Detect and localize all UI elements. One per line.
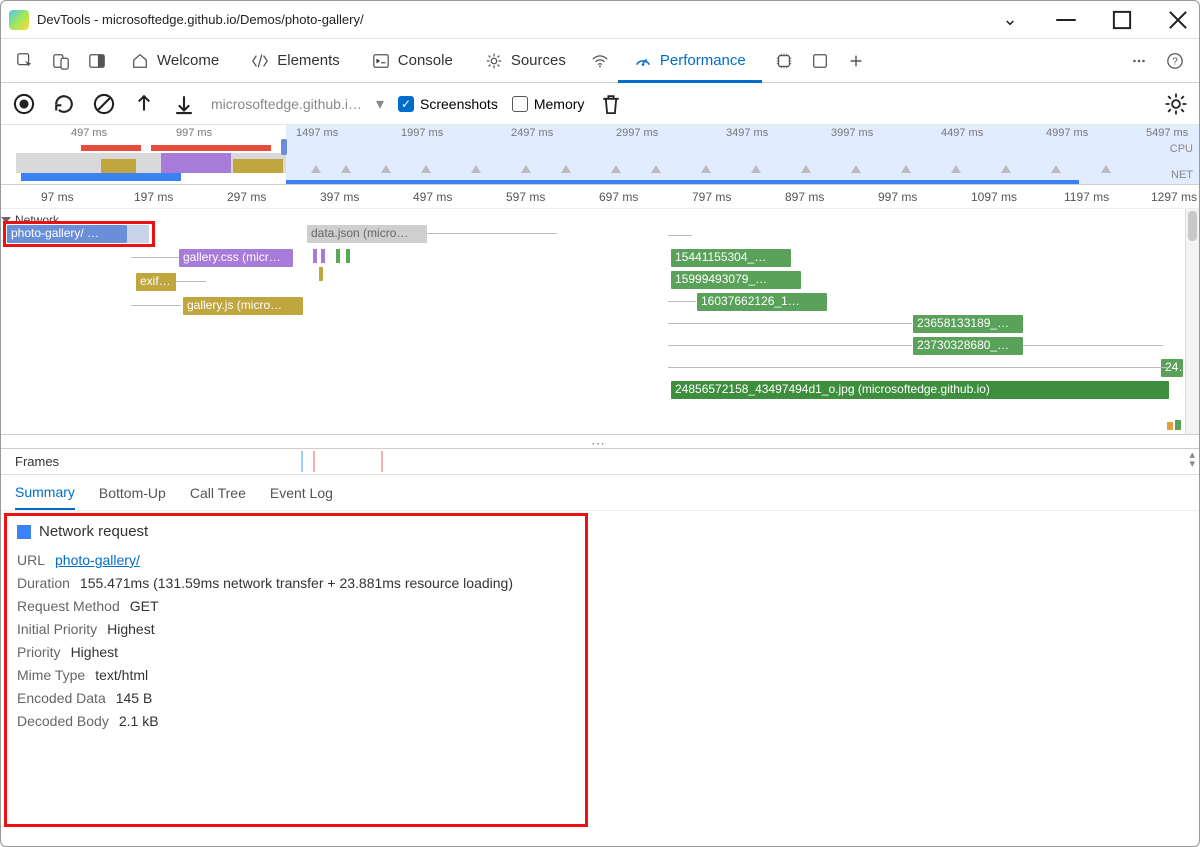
- help-icon[interactable]: ?: [1157, 39, 1193, 82]
- network-bar-image[interactable]: 16037662126_1…: [697, 293, 827, 311]
- flame-scrollbar[interactable]: [1185, 209, 1199, 434]
- clear-button[interactable]: [91, 91, 117, 117]
- net-label: NET: [1171, 169, 1193, 181]
- frames-label: Frames: [15, 454, 59, 469]
- network-bar-image[interactable]: 24…: [1161, 359, 1183, 377]
- settings-gear-icon[interactable]: [1163, 91, 1189, 117]
- summary-request-method: GET: [130, 598, 159, 614]
- window-title: DevTools - microsoftedge.github.io/Demos…: [37, 12, 364, 27]
- summary-url-link[interactable]: photo-gallery/: [55, 552, 140, 568]
- recording-url: microsoftedge.github.i…: [211, 96, 362, 112]
- minimize-button[interactable]: [1053, 7, 1079, 33]
- chevron-down-icon[interactable]: ⌄: [997, 7, 1023, 33]
- tab-elements-label: Elements: [277, 52, 340, 69]
- network-bar-image[interactable]: 15441155304_…: [671, 249, 791, 267]
- summary-decoded-body: 2.1 kB: [119, 713, 159, 729]
- reload-record-button[interactable]: [51, 91, 77, 117]
- network-bar-json[interactable]: data.json (micro…: [307, 225, 427, 243]
- delete-profile-button[interactable]: [598, 91, 624, 117]
- collapsed-sections-indicator[interactable]: ⋯: [1, 435, 1199, 449]
- overview-minimap[interactable]: 497 ms 997 ms 1497 ms 1997 ms 2497 ms 29…: [1, 125, 1199, 185]
- network-bar-css[interactable]: gallery.css (micr…: [179, 249, 293, 267]
- add-tab-icon[interactable]: [838, 39, 874, 82]
- upload-profile-button[interactable]: [131, 91, 157, 117]
- tab-sources[interactable]: Sources: [469, 39, 582, 82]
- performance-toolbar: microsoftedge.github.i… ▾ ✓Screenshots M…: [1, 83, 1199, 125]
- tab-elements[interactable]: Elements: [235, 39, 356, 82]
- memory-tool-icon[interactable]: [766, 39, 802, 82]
- tab-console-label: Console: [398, 52, 453, 69]
- dock-side-icon[interactable]: [79, 39, 115, 82]
- device-toolbar-icon[interactable]: [43, 39, 79, 82]
- svg-text:?: ?: [1172, 56, 1178, 67]
- summary-heading: Network request: [17, 523, 1183, 540]
- network-conditions-icon[interactable]: [582, 39, 618, 82]
- cpu-label: CPU: [1170, 143, 1193, 155]
- memory-checkbox[interactable]: Memory: [512, 96, 585, 112]
- download-profile-button[interactable]: [171, 91, 197, 117]
- title-bar: DevTools - microsoftedge.github.io/Demos…: [1, 1, 1199, 39]
- network-bar-image-long[interactable]: 24856572158_43497494d1_o.jpg (microsofte…: [671, 381, 1169, 399]
- close-button[interactable]: [1165, 7, 1191, 33]
- timeline-ruler[interactable]: 97 ms 197 ms 297 ms 397 ms 497 ms 597 ms…: [1, 185, 1199, 209]
- application-tool-icon[interactable]: [802, 39, 838, 82]
- tool-tabstrip: Welcome Elements Console Sources Perform…: [1, 39, 1199, 83]
- tab-event-log[interactable]: Event Log: [270, 477, 333, 509]
- details-tabstrip: Summary Bottom-Up Call Tree Event Log: [1, 475, 1199, 511]
- tab-performance-label: Performance: [660, 52, 746, 69]
- edge-devtools-icon: [9, 10, 29, 30]
- summary-initial-priority: Highest: [107, 621, 154, 637]
- flame-chart-network[interactable]: Network photo-gallery/ … data.json (micr…: [1, 209, 1199, 435]
- tab-summary[interactable]: Summary: [15, 476, 75, 510]
- network-bar-image[interactable]: 23730328680_…: [913, 337, 1023, 355]
- network-bar-exif[interactable]: exif…: [136, 273, 176, 291]
- network-bar-image[interactable]: 23658133189_…: [913, 315, 1023, 333]
- tab-console[interactable]: Console: [356, 39, 469, 82]
- color-swatch: [17, 525, 31, 539]
- tab-performance[interactable]: Performance: [618, 39, 762, 82]
- record-button[interactable]: [11, 91, 37, 117]
- tab-welcome-label: Welcome: [157, 52, 219, 69]
- summary-panel: Network request URLphoto-gallery/ Durati…: [1, 511, 1199, 846]
- summary-encoded-data: 145 B: [116, 690, 153, 706]
- tab-sources-label: Sources: [511, 52, 566, 69]
- frames-scroll-buttons[interactable]: ▴▾: [1189, 451, 1195, 469]
- inspect-element-icon[interactable]: [7, 39, 43, 82]
- network-bar-image[interactable]: 15999493079_…: [671, 271, 801, 289]
- summary-duration: 155.471ms (131.59ms network transfer + 2…: [80, 575, 513, 591]
- network-bar-js[interactable]: gallery.js (micro…: [183, 297, 303, 315]
- tab-call-tree[interactable]: Call Tree: [190, 477, 246, 509]
- maximize-button[interactable]: [1109, 7, 1135, 33]
- summary-priority: Highest: [71, 644, 118, 660]
- tab-bottom-up[interactable]: Bottom-Up: [99, 477, 166, 509]
- frames-section[interactable]: Frames ▴▾: [1, 449, 1199, 475]
- network-bar-document[interactable]: photo-gallery/ …: [7, 225, 127, 243]
- screenshots-checkbox[interactable]: ✓Screenshots: [398, 96, 498, 112]
- more-icon[interactable]: [1121, 39, 1157, 82]
- tab-welcome[interactable]: Welcome: [115, 39, 235, 82]
- summary-mimetype: text/html: [95, 667, 148, 683]
